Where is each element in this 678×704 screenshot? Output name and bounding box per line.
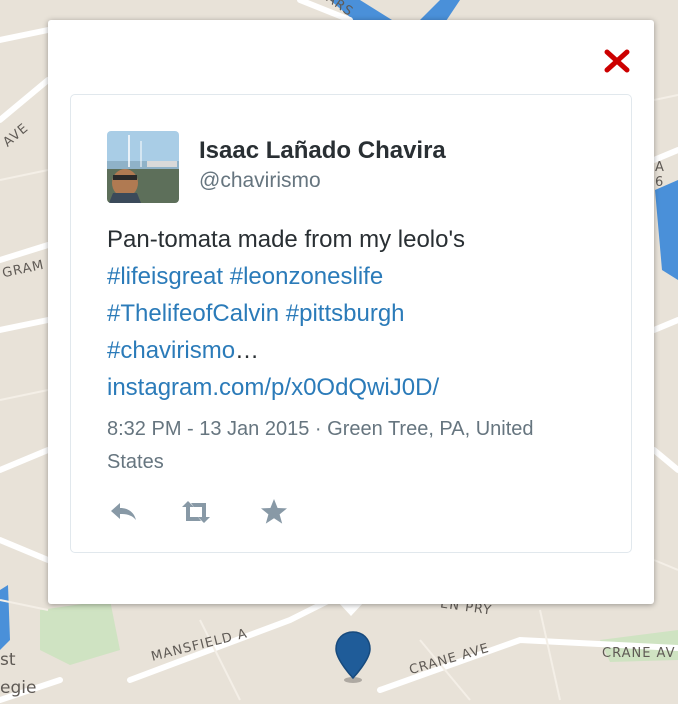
popup-pointer	[338, 602, 364, 616]
instagram-link[interactable]: instagram.com/p/x0OdQwiJ0D/	[107, 374, 439, 401]
avatar-photo	[107, 131, 179, 203]
author-handle[interactable]: @chavirismo	[199, 169, 321, 193]
street-label-crane-av: CRANE AV	[602, 646, 676, 661]
reply-icon[interactable]	[107, 495, 141, 529]
tweet-text-plain: Pan-tomata made from my leolo's	[107, 226, 466, 253]
hashtag-link[interactable]: #ThelifeofCalvin	[107, 300, 279, 327]
place-label-egie: egie	[0, 678, 37, 698]
author-name[interactable]: Isaac Lañado Chavira	[199, 137, 446, 165]
reply-button[interactable]	[107, 495, 141, 529]
meta-separator: ·	[314, 418, 322, 440]
tweet-card: Isaac Lañado Chavira @chavirismo Pan-tom…	[70, 94, 632, 553]
retweet-icon[interactable]	[179, 495, 213, 529]
close-button[interactable]	[602, 46, 632, 76]
street-label-a6: A 6	[655, 160, 665, 190]
avatar[interactable]	[107, 131, 179, 203]
tweet-text: Pan-tomata made from my leolo's #lifeisg…	[107, 221, 597, 406]
place-label-st: st	[0, 650, 16, 670]
ellipsis: …	[235, 337, 260, 364]
retweet-button[interactable]	[179, 495, 213, 529]
hashtag-link[interactable]: #chavirismo	[107, 337, 235, 364]
close-x-icon[interactable]	[602, 46, 632, 76]
tweet-timestamp[interactable]: 8:32 PM - 13 Jan 2015	[107, 418, 309, 440]
map-pin-icon[interactable]	[334, 630, 372, 686]
favorite-star-icon[interactable]	[257, 495, 291, 529]
hashtag-link[interactable]: #lifeisgreat	[107, 263, 223, 290]
hashtag-link[interactable]: #pittsburgh	[286, 300, 405, 327]
tweet-popup: Isaac Lañado Chavira @chavirismo Pan-tom…	[48, 20, 654, 604]
hashtag-link[interactable]: #leonzoneslife	[230, 263, 383, 290]
favorite-button[interactable]	[257, 495, 291, 529]
tweet-meta: 8:32 PM - 13 Jan 2015 · Green Tree, PA, …	[107, 413, 577, 479]
